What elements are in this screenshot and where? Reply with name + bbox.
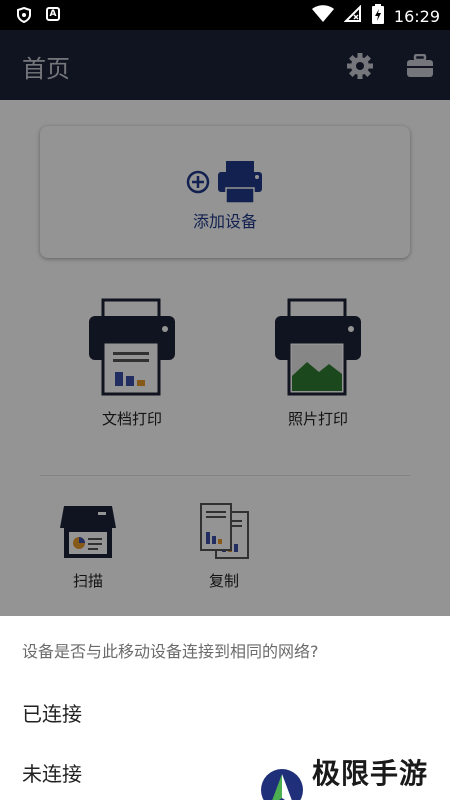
network-question: 设备是否与此移动设备连接到相同的网络? — [22, 642, 319, 661]
watermark: 极限手游网 — [260, 752, 450, 800]
modal-scrim[interactable] — [0, 30, 450, 616]
app-notification-label: A — [49, 8, 57, 19]
status-time: 16:29 — [393, 6, 440, 26]
option-connected[interactable]: 已连接 — [22, 698, 82, 727]
watermark-logo-icon — [260, 768, 304, 800]
no-signal-icon — [343, 4, 362, 27]
battery-charging-icon — [371, 4, 384, 28]
wifi-icon — [311, 5, 334, 27]
watermark-text: 极限手游网 — [312, 757, 429, 800]
option-not-connected[interactable]: 未连接 — [22, 758, 82, 787]
app-notification-icon: A — [46, 7, 60, 21]
status-bar: A 16:29 — [0, 0, 450, 30]
shield-icon — [16, 6, 32, 27]
